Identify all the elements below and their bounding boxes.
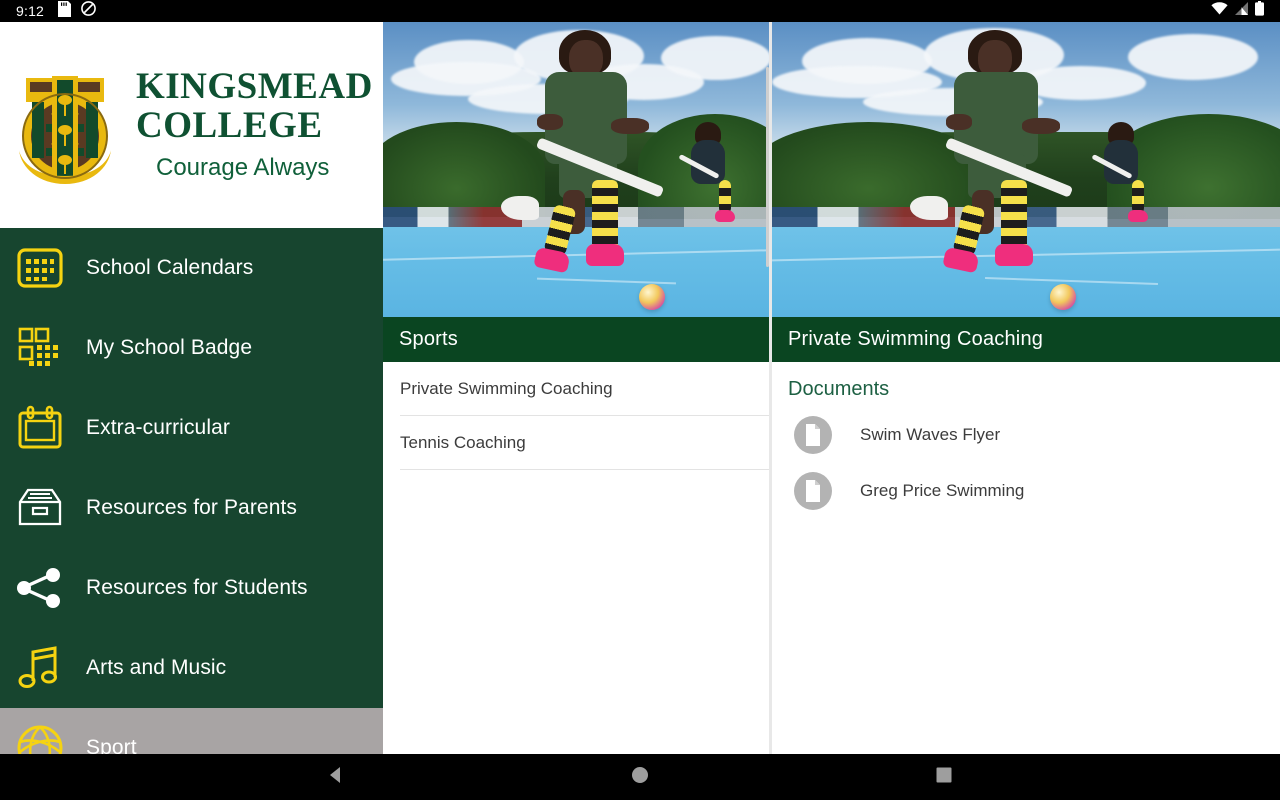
document-item-greg-price-swimming[interactable]: Greg Price Swimming (772, 463, 1280, 519)
navigation-drawer: KINGSMEAD COLLEGE Courage Always School … (0, 22, 383, 754)
document-name: Swim Waves Flyer (860, 425, 1000, 445)
documents-section-title: Documents (772, 362, 1280, 407)
detail-panel-header: Private Swimming Coaching (772, 317, 1280, 362)
sports-list: Private Swimming Coaching Tennis Coachin… (383, 362, 769, 470)
app-window: KINGSMEAD COLLEGE Courage Always School … (0, 22, 1280, 754)
status-bar-clock: 9:12 (16, 3, 44, 19)
archive-box-icon (14, 482, 66, 534)
sidebar-item-label: Extra-curricular (86, 416, 230, 440)
qr-badge-icon (14, 322, 66, 374)
volleyball-icon (14, 722, 66, 754)
drawer-menu: School Calendars My School Badge Extra-c… (0, 228, 383, 754)
status-bar-system-icons (1211, 1, 1264, 21)
sidebar-item-resources-for-students[interactable]: Resources for Students (0, 548, 383, 628)
circle-icon (631, 766, 649, 789)
school-logo-card: KINGSMEAD COLLEGE Courage Always (0, 22, 383, 228)
status-bar: 9:12 (0, 0, 1280, 22)
calendar-grid-icon (14, 242, 66, 294)
do-not-disturb-icon (81, 1, 96, 21)
school-tagline: Courage Always (156, 154, 373, 182)
sidebar-item-label: Resources for Parents (86, 496, 297, 520)
sidebar-item-arts-and-music[interactable]: Arts and Music (0, 628, 383, 708)
detail-panel-title: Private Swimming Coaching (788, 328, 1043, 351)
hero-image-sports (383, 22, 769, 317)
sidebar-item-label: School Calendars (86, 256, 253, 280)
music-note-icon (14, 642, 66, 694)
sports-panel-title: Sports (399, 328, 458, 351)
sidebar-item-label: My School Badge (86, 336, 252, 360)
calendar-icon (14, 402, 66, 454)
device-screen: 9:12 (0, 0, 1280, 800)
sidebar-item-sport[interactable]: Sport (0, 708, 383, 754)
sports-list-panel: Sports Private Swimming Coaching Tennis … (383, 22, 769, 754)
list-item-tennis-coaching[interactable]: Tennis Coaching (383, 416, 769, 470)
kingsmead-college-crest-icon (10, 62, 120, 188)
school-name-line2: COLLEGE (136, 106, 373, 146)
wifi-icon (1211, 2, 1228, 20)
documents-list: Swim Waves Flyer Greg Price Swimming (772, 407, 1280, 519)
sd-card-icon (58, 1, 71, 22)
battery-icon (1255, 1, 1264, 21)
square-icon (936, 767, 952, 788)
sidebar-item-label: Sport (86, 736, 137, 754)
sidebar-item-resources-for-parents[interactable]: Resources for Parents (0, 468, 383, 548)
recents-button[interactable] (920, 754, 968, 800)
document-icon (794, 416, 832, 454)
detail-panel: Private Swimming Coaching Documents Swim… (772, 22, 1280, 754)
document-item-swim-waves-flyer[interactable]: Swim Waves Flyer (772, 407, 1280, 463)
list-item-label: Private Swimming Coaching (400, 379, 613, 399)
status-bar-notification-icons (58, 1, 96, 22)
school-name-line1: KINGSMEAD (136, 68, 373, 106)
sidebar-item-label: Arts and Music (86, 656, 226, 680)
triangle-left-icon (326, 765, 346, 790)
sidebar-item-school-calendars[interactable]: School Calendars (0, 228, 383, 308)
hero-image-detail (772, 22, 1280, 317)
list-item-label: Tennis Coaching (400, 433, 526, 453)
back-button[interactable] (312, 754, 360, 800)
share-icon (14, 562, 66, 614)
document-name: Greg Price Swimming (860, 481, 1024, 501)
sidebar-item-label: Resources for Students (86, 576, 308, 600)
cellular-signal-icon (1234, 2, 1249, 20)
list-item-private-swimming-coaching[interactable]: Private Swimming Coaching (383, 362, 769, 416)
home-button[interactable] (616, 754, 664, 800)
sports-panel-header: Sports (383, 317, 769, 362)
document-icon (794, 472, 832, 510)
school-logo-text: KINGSMEAD COLLEGE Courage Always (136, 68, 373, 182)
sidebar-item-extra-curricular[interactable]: Extra-curricular (0, 388, 383, 468)
sidebar-item-my-school-badge[interactable]: My School Badge (0, 308, 383, 388)
system-navigation-bar (0, 754, 1280, 800)
